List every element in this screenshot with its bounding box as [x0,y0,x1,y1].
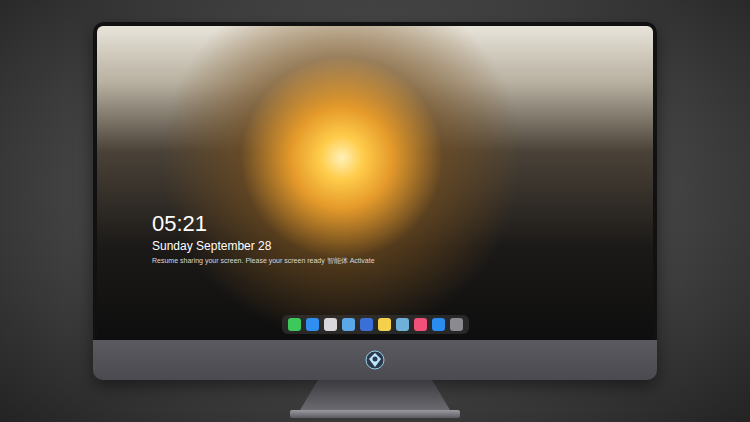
dock [282,315,469,334]
app-icon[interactable] [360,318,373,331]
app-icon[interactable] [324,318,337,331]
date: Sunday September 28 [152,239,653,253]
app-icon[interactable] [396,318,409,331]
time: 05:21 [152,212,653,236]
app-icon[interactable] [288,318,301,331]
app-icon[interactable] [306,318,319,331]
desktop-background: 05:21 Sunday September 28 Resume sharing y… [0,0,750,422]
monitor-stand [300,380,450,410]
monitor-chin [93,340,657,380]
app-icon[interactable] [432,318,445,331]
monitor: 05:21 Sunday September 28 Resume sharing y… [93,22,657,380]
app-icon[interactable] [378,318,391,331]
monitor-base [290,410,460,418]
app-icon[interactable] [414,318,427,331]
app-icon[interactable] [450,318,463,331]
notice: Resume sharing your screen. Please your … [152,257,653,265]
app-icon[interactable] [342,318,355,331]
lock-screen: 05:21 Sunday September 28 Resume sharing y… [93,22,657,340]
clock: 05:21 Sunday September 28 Resume sharing y… [152,212,653,265]
logo-icon [365,350,385,370]
